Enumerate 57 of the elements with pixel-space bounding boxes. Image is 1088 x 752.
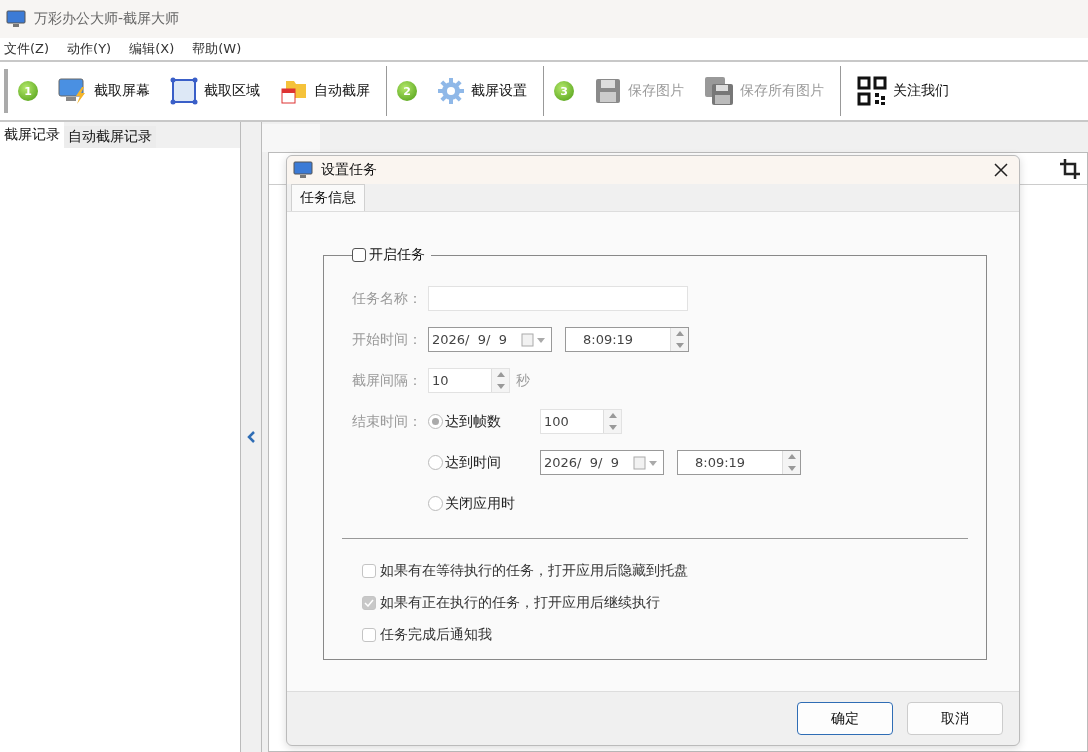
date-picker[interactable]: 2026/ 9/ 9: [540, 450, 664, 475]
dialog-monitor-icon: [293, 161, 313, 179]
dialog-tab[interactable]: 任务信息: [291, 184, 365, 211]
menu-item[interactable]: 帮助(W): [192, 40, 242, 58]
menu-item[interactable]: 动作(Y): [67, 40, 112, 58]
step-number-badge: 3: [554, 81, 574, 101]
toolbar-button[interactable]: 自动截屏: [270, 71, 380, 111]
option-checkbox[interactable]: 如果有正在执行的任务，打开应用后继续执行: [362, 587, 660, 619]
calendar-dropdown-icon[interactable]: [521, 332, 547, 347]
end-option-radio[interactable]: 达到时间: [428, 453, 540, 472]
close-icon[interactable]: [994, 163, 1008, 177]
dialog-title: 设置任务: [321, 161, 378, 179]
spin-arrows-icon[interactable]: [670, 328, 688, 351]
spin-arrows-icon[interactable]: [782, 451, 800, 474]
option-checkbox[interactable]: 如果有在等待执行的任务，打开应用后隐藏到托盘: [362, 555, 688, 587]
field-label: 截屏间隔：: [352, 371, 423, 390]
gear-icon: [437, 77, 465, 105]
toolbar-button[interactable]: 关注我们: [847, 71, 959, 111]
checkmark-icon: [364, 599, 374, 607]
field-label: 开始时间：: [352, 330, 423, 349]
radio-dot-icon[interactable]: [428, 414, 443, 429]
frame-count-field[interactable]: 100: [540, 409, 622, 434]
time-field[interactable]: 8:09:19: [677, 450, 801, 475]
radio-dot-icon[interactable]: [428, 496, 443, 511]
toolbar-button[interactable]: 截取屏幕: [48, 71, 160, 111]
monitor-lightning-icon: [58, 77, 88, 105]
toolbar-button[interactable]: 截屏设置: [427, 71, 537, 111]
radio-dot-icon[interactable]: [428, 455, 443, 470]
spin-arrows-icon[interactable]: [491, 369, 509, 392]
spin-arrows-icon[interactable]: [603, 410, 621, 433]
floppy-disks-icon: [704, 76, 734, 106]
dialog-button[interactable]: 确定: [797, 702, 893, 735]
task-name-field[interactable]: [428, 286, 688, 311]
calendar-dropdown-icon[interactable]: [633, 455, 659, 470]
field-label: 任务名称：: [352, 289, 423, 308]
crop-icon[interactable]: [1059, 157, 1081, 180]
menu-item[interactable]: 编辑(X): [129, 40, 175, 58]
toolbar-button[interactable]: 截取区域: [160, 71, 270, 111]
panel-tab[interactable]: 截屏记录: [0, 122, 64, 148]
end-option-radio[interactable]: 关闭应用时: [428, 494, 540, 513]
dialog-button[interactable]: 取消: [907, 702, 1003, 735]
app-monitor-icon: [6, 10, 26, 28]
end-option-radio[interactable]: 达到帧数: [428, 412, 540, 431]
field-label: 结束时间：: [352, 412, 423, 431]
panel-tab[interactable]: 自动截屏记录: [64, 126, 156, 148]
time-field[interactable]: 8:09:19: [565, 327, 689, 352]
selection-square-icon: [170, 77, 198, 105]
window-title: 万彩办公大师-截屏大师: [34, 10, 180, 28]
interval-field[interactable]: 10: [428, 368, 510, 393]
step-number-badge: 1: [18, 81, 38, 101]
enable-task-checkbox[interactable]: 开启任务: [352, 246, 425, 264]
option-checkbox[interactable]: 任务完成后通知我: [362, 619, 492, 651]
date-picker[interactable]: 2026/ 9/ 9: [428, 327, 552, 352]
menu-item[interactable]: 文件(Z): [4, 40, 50, 58]
unit-label: 秒: [516, 371, 530, 390]
qr-code-icon: [857, 76, 887, 106]
step-number-badge: 2: [397, 81, 417, 101]
